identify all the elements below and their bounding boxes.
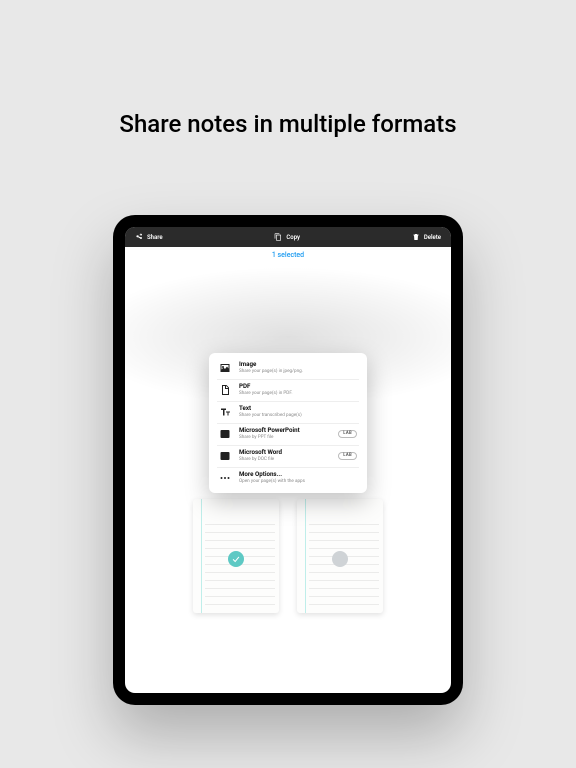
tablet-frame: Share Copy Delete 1 selected xyxy=(113,215,463,705)
pdf-icon xyxy=(219,384,231,396)
menu-item-more[interactable]: More Options... Open your page(s) with t… xyxy=(209,467,367,489)
copy-button[interactable]: Copy xyxy=(274,233,300,241)
menu-item-title: Text xyxy=(239,405,357,412)
menu-item-pdf[interactable]: PDF Share your page(s) in PDF. xyxy=(209,379,367,401)
selection-check-icon[interactable] xyxy=(228,551,244,567)
copy-icon xyxy=(274,233,282,241)
menu-item-subtitle: Open your page(s) with the apps xyxy=(239,479,357,485)
menu-item-powerpoint[interactable]: Microsoft PowerPoint Share by PPT file L… xyxy=(209,423,367,445)
menu-item-text[interactable]: Text Share your transcribed page(s) xyxy=(209,401,367,423)
menu-item-title: Microsoft Word xyxy=(239,449,330,456)
menu-item-subtitle: Share by DOC file xyxy=(239,457,330,463)
action-toolbar: Share Copy Delete xyxy=(125,227,451,247)
note-grid xyxy=(193,499,383,613)
powerpoint-icon xyxy=(219,428,231,440)
share-label: Share xyxy=(147,234,163,241)
menu-item-subtitle: Share by PPT file xyxy=(239,435,330,441)
delete-button[interactable]: Delete xyxy=(412,233,441,241)
note-thumbnail[interactable] xyxy=(297,499,383,613)
tablet-screen: Share Copy Delete 1 selected xyxy=(125,227,451,693)
menu-item-image[interactable]: Image Share your page(s) in jpeg/png. xyxy=(209,357,367,379)
share-button[interactable]: Share xyxy=(135,233,163,241)
marketing-headline: Share notes in multiple formats xyxy=(0,110,576,138)
copy-label: Copy xyxy=(286,234,300,241)
menu-item-title: Image xyxy=(239,361,357,368)
share-icon xyxy=(135,233,143,241)
trash-icon xyxy=(412,233,420,241)
menu-item-title: Microsoft PowerPoint xyxy=(239,427,330,434)
menu-item-subtitle: Share your page(s) in PDF. xyxy=(239,391,357,397)
note-thumbnail[interactable] xyxy=(193,499,279,613)
delete-label: Delete xyxy=(424,234,441,241)
menu-item-subtitle: Share your transcribed page(s) xyxy=(239,413,357,419)
more-icon xyxy=(219,472,231,484)
lab-badge: LAB xyxy=(338,430,357,438)
menu-item-subtitle: Share your page(s) in jpeg/png. xyxy=(239,369,357,375)
image-icon xyxy=(219,362,231,374)
selection-count: 1 selected xyxy=(125,247,451,263)
lab-badge: LAB xyxy=(338,452,357,460)
menu-item-title: More Options... xyxy=(239,471,357,478)
menu-item-word[interactable]: Microsoft Word Share by DOC file LAB xyxy=(209,445,367,467)
share-format-menu: Image Share your page(s) in jpeg/png. PD… xyxy=(209,353,367,493)
word-icon xyxy=(219,450,231,462)
menu-item-title: PDF xyxy=(239,383,357,390)
selection-check-icon[interactable] xyxy=(332,551,348,567)
text-icon xyxy=(219,406,231,418)
